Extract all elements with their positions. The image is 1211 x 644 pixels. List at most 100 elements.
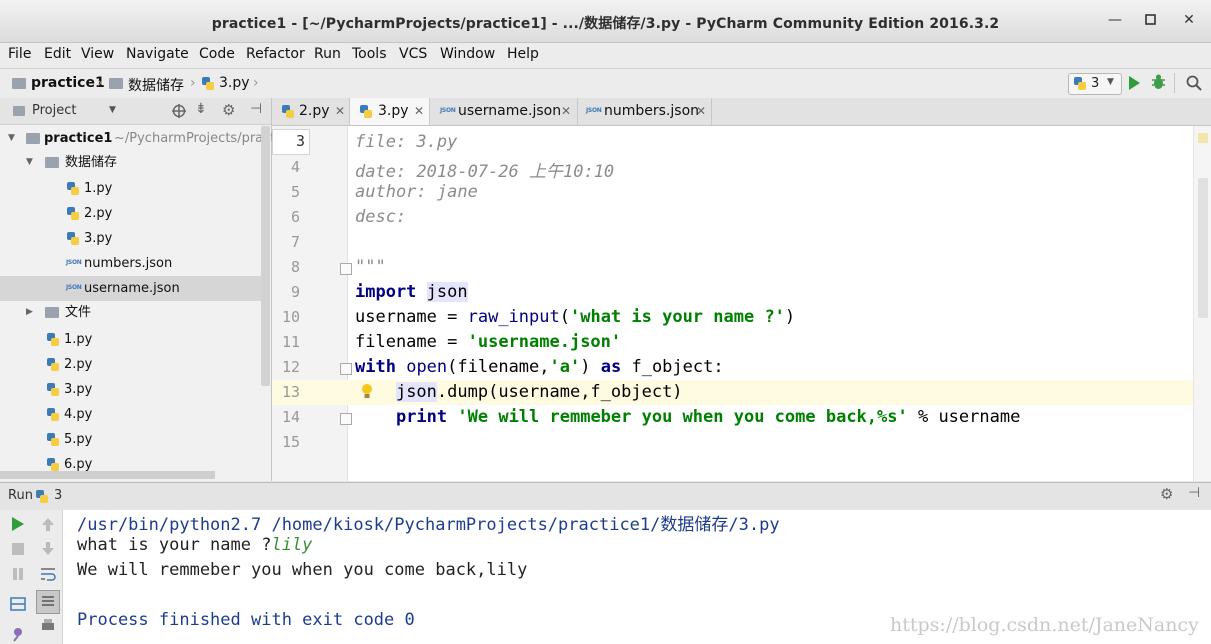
gear-icon[interactable]: ⚙ — [222, 101, 235, 119]
up-arrow-icon[interactable] — [40, 516, 56, 532]
menu-edit[interactable]: Edit — [44, 46, 71, 62]
tree-item[interactable]: 3.py — [0, 226, 262, 251]
rerun-icon[interactable] — [10, 516, 26, 532]
project-panel: Project ▼ ⇟ ⚙ ⊣ ▼ practice1 ~/PycharmPro… — [0, 98, 302, 481]
search-icon[interactable] — [1186, 75, 1202, 91]
line-number: 10 — [281, 308, 300, 326]
scrollbar-horizontal[interactable] — [0, 471, 215, 479]
navigation-bar: practice1 › 数据储存 › 3.py › 3 ▼ — [0, 68, 1211, 99]
code-line: with open(filename,'a') as f_object: — [355, 357, 724, 377]
breadcrumb-file[interactable]: 3.py — [219, 75, 250, 91]
run-icon[interactable] — [1127, 75, 1141, 91]
scrollbar-thumb[interactable] — [1198, 178, 1208, 318]
line-number: 8 — [290, 258, 300, 276]
inspection-status-icon[interactable] — [1198, 133, 1208, 143]
menu-run[interactable]: Run — [314, 46, 341, 62]
tree-item-label: 文件 — [65, 305, 92, 320]
breadcrumb-folder[interactable]: 数据储存 — [128, 75, 184, 95]
code-line-current: json.dump(username,f_object) — [395, 382, 683, 402]
json-file-icon: JSON — [440, 107, 456, 114]
tab-3py[interactable]: 3.py ✕ — [350, 98, 430, 125]
close-icon[interactable]: ✕ — [1181, 12, 1197, 28]
tree-item[interactable]: 4.py — [0, 402, 262, 427]
pin-icon[interactable] — [10, 626, 26, 642]
console-output-line: what is your name ?lily — [77, 535, 312, 555]
tree-item-label: 2.py — [84, 206, 113, 221]
tree-item[interactable]: 2.py — [0, 201, 262, 226]
tree-item[interactable]: ▶ 文件 — [0, 300, 262, 325]
line-number: 5 — [290, 183, 300, 201]
maximize-icon[interactable] — [1143, 12, 1159, 28]
tree-item-label: 数据储存 — [65, 155, 118, 170]
code-line: author: jane — [355, 182, 478, 202]
gear-icon[interactable]: ⚙ — [1160, 485, 1173, 503]
project-view-label[interactable]: Project — [32, 103, 76, 118]
menu-window[interactable]: Window — [440, 46, 495, 62]
menu-help[interactable]: Help — [507, 46, 539, 62]
run-panel-label[interactable]: Run — [8, 488, 33, 503]
tree-item[interactable]: ▼ 数据储存 — [0, 150, 262, 175]
tree-item[interactable]: 5.py — [0, 427, 262, 452]
hide-panel-icon[interactable]: ⊣ — [250, 101, 262, 117]
tab-username-json[interactable]: JSON username.json ✕ — [430, 98, 578, 125]
tab-2py[interactable]: 2.py ✕ — [272, 98, 350, 125]
pause-icon[interactable] — [10, 566, 26, 582]
code-line: filename = 'username.json' — [355, 332, 622, 352]
tab-label: 2.py — [299, 103, 330, 119]
chevron-down-icon[interactable]: ▼ — [109, 105, 116, 115]
tree-item[interactable]: 3.py — [0, 377, 262, 402]
stop-icon[interactable] — [10, 541, 26, 557]
debug-icon[interactable] — [1150, 74, 1167, 91]
tree-item-label: 3.py — [64, 382, 93, 397]
collapse-icon[interactable]: ⇟ — [195, 101, 207, 117]
menu-code[interactable]: Code — [199, 46, 235, 62]
down-arrow-icon[interactable] — [40, 541, 56, 557]
breadcrumb-project[interactable]: practice1 — [31, 75, 105, 91]
close-tab-icon[interactable]: ✕ — [561, 98, 571, 125]
tree-item-label: 2.py — [64, 357, 93, 372]
code-line: username = raw_input('what is your name … — [355, 307, 796, 327]
python-file-icon — [67, 232, 79, 245]
fold-marker-icon[interactable] — [340, 363, 352, 375]
menu-view[interactable]: View — [81, 46, 114, 62]
tree-item[interactable]: 1.py — [0, 327, 262, 352]
tab-label: username.json — [458, 103, 562, 119]
close-tab-icon[interactable]: ✕ — [696, 98, 706, 125]
tree-item-selected[interactable]: JSON username.json — [0, 276, 262, 301]
tree-item-label: username.json — [84, 281, 180, 296]
editor-scrollbar[interactable] — [1193, 126, 1211, 481]
menu-navigate[interactable]: Navigate — [126, 46, 189, 62]
tree-item[interactable]: 1.py — [0, 176, 262, 201]
python-file-icon — [67, 207, 79, 220]
scroll-to-end-icon — [42, 596, 54, 606]
tab-numbers-json[interactable]: JSON numbers.json ✕ — [578, 98, 712, 125]
line-number: 9 — [290, 283, 300, 301]
python-file-icon — [282, 105, 294, 118]
python-file-icon — [360, 105, 372, 118]
tree-item[interactable]: 2.py — [0, 352, 262, 377]
json-file-icon: JSON — [66, 259, 82, 266]
menu-file[interactable]: File — [8, 46, 31, 62]
scroll-to-end-toggle[interactable] — [36, 590, 60, 614]
locate-icon[interactable] — [172, 104, 186, 118]
menu-refactor[interactable]: Refactor — [246, 46, 305, 62]
run-config-dropdown[interactable]: 3 ▼ — [1068, 73, 1122, 95]
scrollbar-vertical[interactable] — [261, 126, 270, 386]
close-tab-icon[interactable]: ✕ — [414, 98, 424, 125]
fold-marker-icon[interactable] — [340, 413, 352, 425]
console-prompt: what is your name ? — [77, 535, 272, 555]
tree-root[interactable]: ▼ practice1 ~/PycharmProjects/practice1 — [0, 126, 302, 151]
menu-tools[interactable]: Tools — [352, 46, 387, 62]
fold-marker-icon[interactable] — [340, 263, 352, 275]
soft-wrap-icon[interactable] — [40, 566, 56, 582]
close-tab-icon[interactable]: ✕ — [335, 98, 345, 125]
minimize-icon[interactable]: — — [1107, 12, 1123, 28]
project-view-icon — [13, 106, 25, 116]
layout-icon[interactable] — [10, 596, 26, 612]
print-icon[interactable] — [40, 618, 56, 634]
code-line: date: 2018-07-26 上午10:10 — [355, 162, 615, 182]
line-number: 12 — [281, 358, 300, 376]
menu-vcs[interactable]: VCS — [399, 46, 427, 62]
hide-panel-icon[interactable]: ⊣ — [1188, 485, 1200, 501]
tree-item[interactable]: JSON numbers.json — [0, 251, 262, 276]
